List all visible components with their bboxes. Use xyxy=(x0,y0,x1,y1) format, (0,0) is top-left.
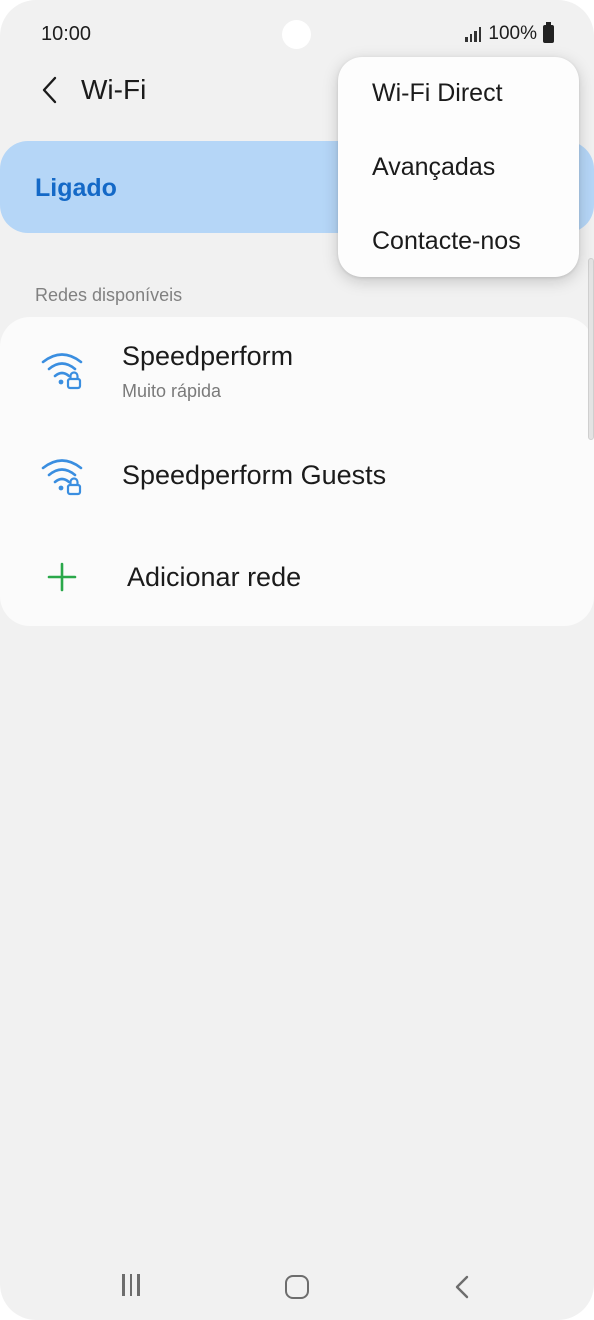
available-networks-heading: Redes disponíveis xyxy=(35,285,183,305)
status-indicators: 100% xyxy=(465,22,554,45)
page-title: Wi-Fi xyxy=(81,74,147,105)
scrollbar[interactable] xyxy=(588,258,594,440)
phone-screen: 10:00 100% Wi-Fi Ligado Redes disponívei… xyxy=(0,0,594,1320)
battery-icon xyxy=(543,22,554,43)
network-name: Speedperform Guests xyxy=(122,460,387,490)
wifi-lock-icon xyxy=(41,353,83,390)
status-time: 10:00 xyxy=(41,23,92,45)
wifi-toggle-label: Ligado xyxy=(35,174,117,202)
wifi-lock-icon xyxy=(41,459,83,496)
add-network-label: Adicionar rede xyxy=(127,562,302,592)
plus-icon xyxy=(47,562,77,592)
signal-icon xyxy=(465,26,482,42)
menu-item-advanced[interactable]: Avançadas xyxy=(372,153,495,182)
home-icon[interactable] xyxy=(285,1275,309,1299)
network-speed: Muito rápida xyxy=(122,381,222,401)
nav-back-icon[interactable] xyxy=(449,1273,477,1301)
menu-item-contact-us[interactable]: Contacte-nos xyxy=(372,227,521,256)
recents-icon[interactable] xyxy=(120,1274,142,1298)
network-item-speedperform[interactable] xyxy=(0,317,594,417)
front-camera-cutout xyxy=(282,20,311,49)
chevron-left-icon xyxy=(42,76,57,104)
back-button[interactable] xyxy=(30,70,70,110)
overflow-menu: Wi-Fi Direct Avançadas Contacte-nos xyxy=(338,57,579,277)
menu-item-wifi-direct[interactable]: Wi-Fi Direct xyxy=(372,79,503,108)
network-name: Speedperform xyxy=(122,341,294,371)
battery-percentage: 100% xyxy=(488,23,537,44)
